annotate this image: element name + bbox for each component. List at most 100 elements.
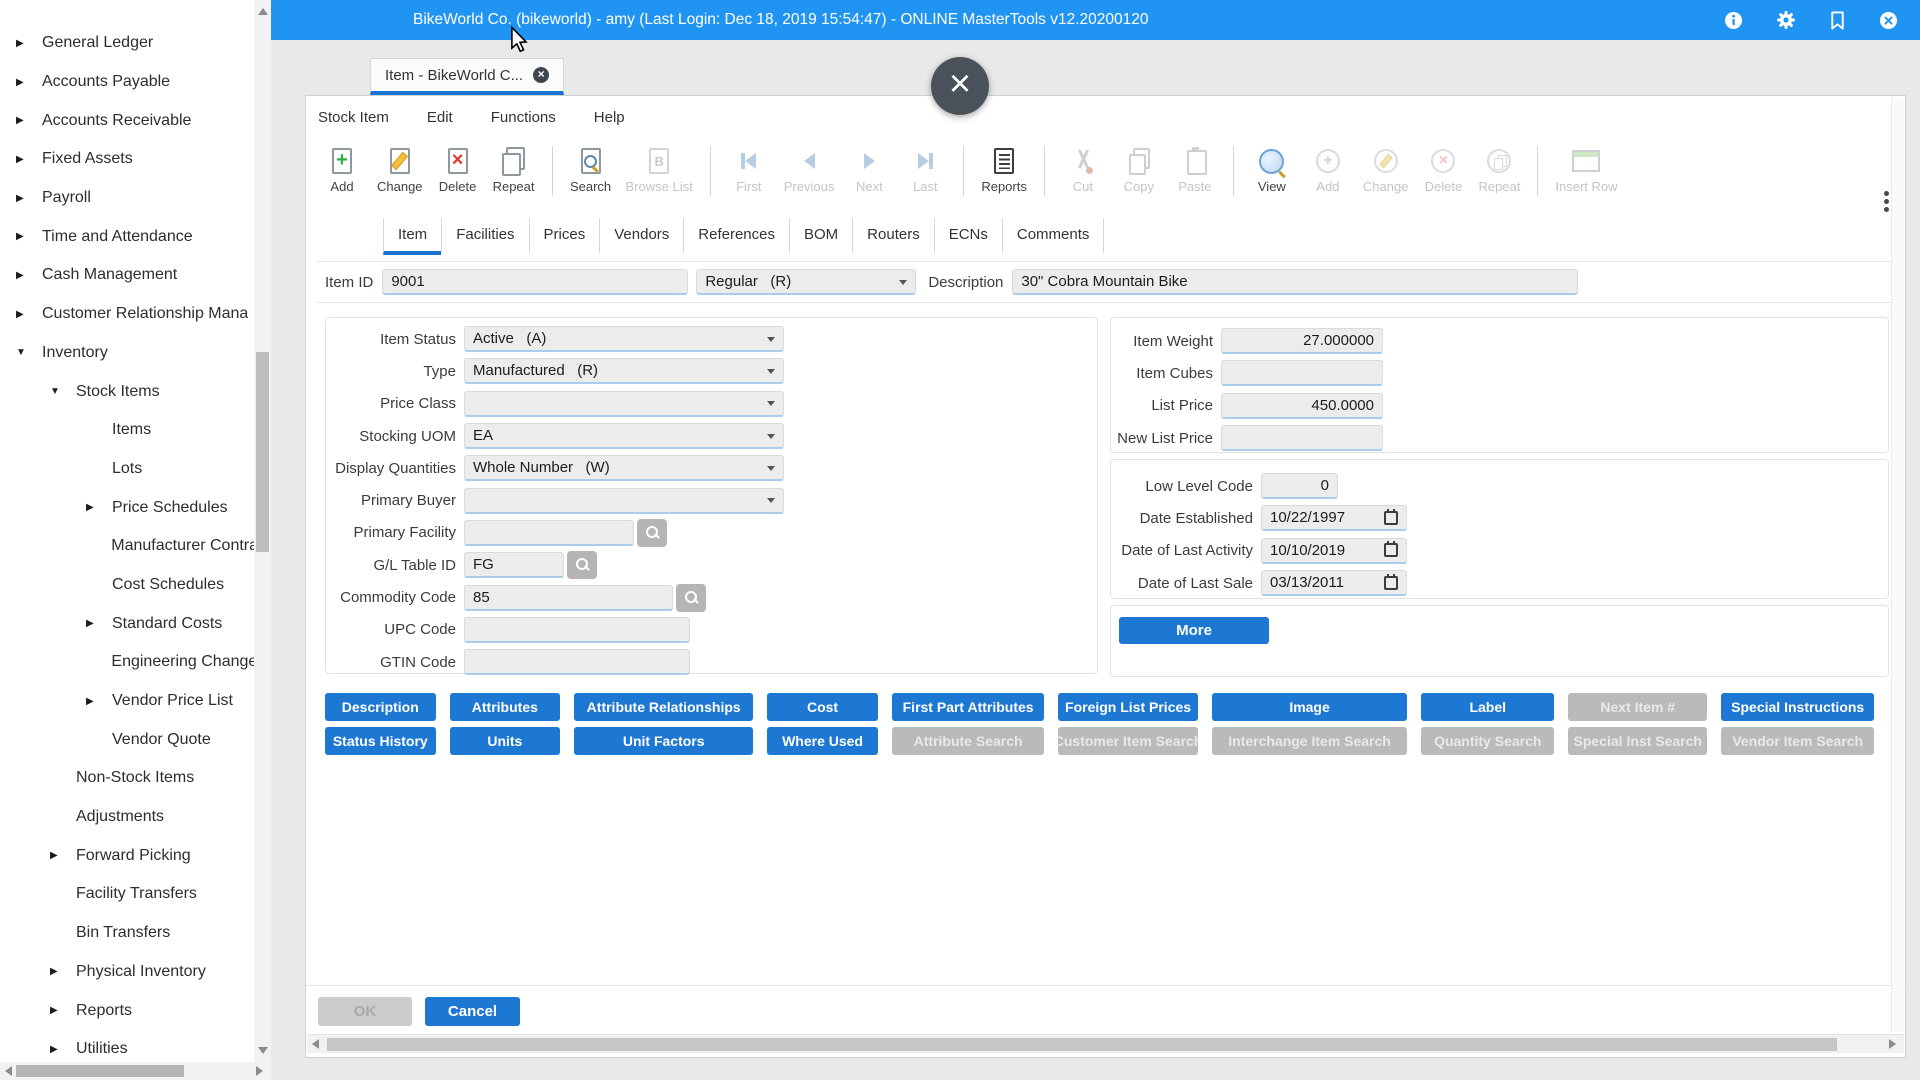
sidebar-item-general-ledger[interactable]: General Ledger xyxy=(0,24,254,63)
sidebar-item-customer-relationship-management[interactable]: Customer Relationship Mana xyxy=(0,295,254,334)
toolbar-add-button[interactable]: Add xyxy=(314,138,370,204)
sidebar-item-inventory[interactable]: Inventory xyxy=(0,334,254,373)
special-instructions-button[interactable]: Special Instructions xyxy=(1721,693,1874,721)
sidebar-item-payroll[interactable]: Payroll xyxy=(0,179,254,218)
scroll-up-icon[interactable] xyxy=(258,8,268,15)
toolbar-search-button[interactable]: Search xyxy=(563,138,619,204)
toolbar-view-button[interactable]: View xyxy=(1244,138,1300,204)
sidebar-item-cash-management[interactable]: Cash Management xyxy=(0,256,254,295)
gl-table-id-input[interactable]: FG xyxy=(464,552,564,578)
scroll-left-icon[interactable] xyxy=(312,1039,319,1049)
toolbar-change-button[interactable]: Change xyxy=(370,138,430,204)
sidebar-item-utilities[interactable]: Utilities xyxy=(0,1030,254,1062)
calendar-icon[interactable] xyxy=(1384,511,1398,525)
expand-icon[interactable] xyxy=(50,1044,76,1055)
expand-icon[interactable] xyxy=(86,618,112,629)
primary-facility-input[interactable] xyxy=(464,520,634,546)
display-quantities-select[interactable]: Whole Number (W) xyxy=(464,455,784,481)
tab-references[interactable]: References xyxy=(683,218,789,255)
scroll-right-icon[interactable] xyxy=(1889,1039,1896,1049)
sidebar-item-lots[interactable]: Lots xyxy=(0,450,254,489)
expand-icon[interactable] xyxy=(16,154,42,165)
calendar-icon[interactable] xyxy=(1384,576,1398,590)
sidebar-item-adjustments[interactable]: Adjustments xyxy=(0,798,254,837)
upc-code-input[interactable] xyxy=(464,617,690,643)
window-vertical-scrollbar[interactable] xyxy=(1891,97,1904,1032)
primary-buyer-select[interactable] xyxy=(464,488,784,514)
menu-help[interactable]: Help xyxy=(594,109,625,126)
lookup-icon[interactable] xyxy=(567,551,597,579)
sidebar-item-physical-inventory[interactable]: Physical Inventory xyxy=(0,953,254,992)
expand-icon[interactable] xyxy=(86,502,112,513)
expand-icon[interactable] xyxy=(50,1005,76,1016)
sidebar-item-standard-costs[interactable]: Standard Costs xyxy=(0,604,254,643)
tab-routers[interactable]: Routers xyxy=(852,218,934,255)
low-level-code-input[interactable]: 0 xyxy=(1261,473,1338,499)
sidebar-item-accounts-payable[interactable]: Accounts Payable xyxy=(0,63,254,102)
item-type-select[interactable]: Regular (R) xyxy=(696,269,916,295)
scroll-left-icon[interactable] xyxy=(5,1066,12,1076)
attributes-button[interactable]: Attributes xyxy=(450,693,561,721)
lookup-icon[interactable] xyxy=(637,519,667,547)
floating-close-button[interactable] xyxy=(931,57,989,115)
scrollbar-thumb[interactable] xyxy=(16,1065,184,1077)
units-button[interactable]: Units xyxy=(450,727,561,755)
tab-vendors[interactable]: Vendors xyxy=(599,218,683,255)
tab-comments[interactable]: Comments xyxy=(1002,218,1105,255)
expand-icon[interactable] xyxy=(16,193,42,204)
expand-icon[interactable] xyxy=(16,77,42,88)
sidebar-horizontal-scrollbar[interactable] xyxy=(0,1062,271,1080)
sidebar-item-time-and-attendance[interactable]: Time and Attendance xyxy=(0,217,254,256)
sidebar-item-vendor-quote[interactable]: Vendor Quote xyxy=(0,720,254,759)
description-button[interactable]: Description xyxy=(325,693,436,721)
status-history-button[interactable]: Status History xyxy=(325,727,436,755)
scroll-right-icon[interactable] xyxy=(256,1066,263,1076)
tab-prices[interactable]: Prices xyxy=(529,218,600,255)
expand-icon[interactable] xyxy=(86,696,112,707)
description-input[interactable]: 30" Cobra Mountain Bike xyxy=(1012,269,1578,295)
tab-facilities[interactable]: Facilities xyxy=(441,218,528,255)
toolbar-delete-button[interactable]: Delete xyxy=(430,138,486,204)
info-icon[interactable] xyxy=(1724,11,1743,30)
sidebar-item-manufacturer-contracts[interactable]: Manufacturer Contra xyxy=(0,527,254,566)
expand-icon[interactable] xyxy=(16,231,42,242)
date-of-last-activity-input[interactable]: 10/10/2019 xyxy=(1261,538,1407,564)
sidebar-item-price-schedules[interactable]: Price Schedules xyxy=(0,488,254,527)
scrollbar-thumb[interactable] xyxy=(327,1038,1837,1051)
menu-edit[interactable]: Edit xyxy=(427,109,453,126)
list-price-input[interactable]: 450.0000 xyxy=(1221,393,1383,419)
toolbar-repeat-button[interactable]: Repeat xyxy=(486,138,542,204)
date-of-last-sale-input[interactable]: 03/13/2011 xyxy=(1261,570,1407,596)
sidebar-item-items[interactable]: Items xyxy=(0,411,254,450)
collapse-icon[interactable] xyxy=(16,347,42,358)
sidebar-item-vendor-price-list[interactable]: Vendor Price List xyxy=(0,682,254,721)
more-button[interactable]: More xyxy=(1119,617,1269,644)
collapse-icon[interactable] xyxy=(50,386,76,397)
date-established-input[interactable]: 10/22/1997 xyxy=(1261,505,1407,531)
gtin-code-input[interactable] xyxy=(464,649,690,675)
label-button[interactable]: Label xyxy=(1421,693,1554,721)
expand-icon[interactable] xyxy=(16,115,42,126)
expand-icon[interactable] xyxy=(16,309,42,320)
lookup-icon[interactable] xyxy=(676,584,706,612)
cancel-button[interactable]: Cancel xyxy=(425,997,520,1026)
menu-stock-item[interactable]: Stock Item xyxy=(318,109,389,126)
expand-icon[interactable] xyxy=(50,850,76,861)
sidebar-item-stock-items[interactable]: Stock Items xyxy=(0,372,254,411)
window-horizontal-scrollbar[interactable] xyxy=(307,1034,1904,1053)
tab-close-icon[interactable] xyxy=(533,67,549,83)
item-cubes-input[interactable] xyxy=(1221,360,1383,386)
close-icon[interactable] xyxy=(1879,11,1898,30)
sidebar-item-engineering-change[interactable]: Engineering Change xyxy=(0,643,254,682)
scroll-down-icon[interactable] xyxy=(258,1047,268,1054)
cost-button[interactable]: Cost xyxy=(767,693,878,721)
type-select[interactable]: Manufactured (R) xyxy=(464,358,784,384)
unit-factors-button[interactable]: Unit Factors xyxy=(574,727,753,755)
item-status-select[interactable]: Active (A) xyxy=(464,326,784,352)
new-list-price-input[interactable] xyxy=(1221,425,1383,451)
sidebar-item-facility-transfers[interactable]: Facility Transfers xyxy=(0,875,254,914)
sidebar-vertical-scrollbar[interactable] xyxy=(254,0,271,1062)
item-weight-input[interactable]: 27.000000 xyxy=(1221,328,1383,354)
where-used-button[interactable]: Where Used xyxy=(767,727,878,755)
tab-item[interactable]: Item xyxy=(383,218,441,255)
